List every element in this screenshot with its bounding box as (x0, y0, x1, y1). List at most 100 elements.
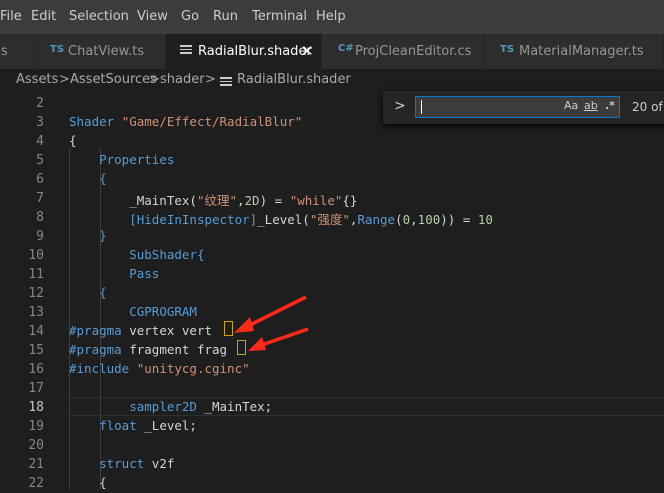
match-case-icon[interactable]: Aa (564, 99, 578, 112)
annotation-arrowhead-2 (248, 337, 266, 351)
code-line[interactable]: 14 #pragma vertex vert (0, 322, 664, 341)
breadcrumb-assetsources[interactable]: AssetSources (70, 72, 157, 87)
editor-tab-bar: s TS ChatView.ts RadialBlur.shader ✕ C# … (0, 34, 664, 69)
code-line[interactable]: 20 (0, 436, 664, 455)
line-number: 12 (28, 286, 44, 301)
code-line[interactable]: 9 } (0, 227, 664, 246)
line-number: 18 (28, 400, 44, 415)
code-text: Properties (69, 152, 174, 167)
code-line[interactable]: 15 #pragma fragment frag (0, 341, 664, 360)
code-line[interactable]: 22 { (0, 474, 664, 493)
code-line[interactable]: 8 [HideInInspector]_Level("强度",Range(0,1… (0, 208, 664, 227)
line-number: 14 (28, 324, 44, 339)
code-line[interactable]: 16 #include "unitycg.cginc" (0, 360, 664, 379)
tab-projcleaneditor[interactable]: C# ProjCleanEditor.cs (322, 34, 485, 69)
code-text: struct v2f (69, 456, 174, 471)
code-line[interactable]: 6 { (0, 170, 664, 189)
menu-terminal[interactable]: Terminal (252, 9, 307, 24)
code-token: 100 (417, 212, 441, 227)
code-line[interactable]: 17 (0, 379, 664, 398)
code-token: { (99, 171, 107, 186)
menu-bar: File Edit Selection View Go Run Terminal… (0, 0, 664, 34)
breadcrumb: Assets > AssetSources > shader > RadialB… (0, 69, 664, 91)
breadcrumb-separator: > (205, 72, 216, 87)
code-editor[interactable]: 2 3 Shader "Game/Effect/RadialBlur" 4{5 Pro… (0, 91, 664, 493)
breadcrumb-assets[interactable]: Assets (16, 72, 58, 87)
code-line[interactable]: 13 CGPROGRAM (0, 303, 664, 322)
whole-word-icon[interactable]: ab (584, 99, 598, 112)
code-text: { (69, 285, 107, 300)
code-line[interactable]: 7 _MainTex("纹理",2D) = "while"{} (0, 189, 664, 208)
breadcrumb-separator: > (149, 72, 160, 87)
code-token: , (410, 212, 418, 227)
line-number: 5 (36, 153, 44, 168)
code-line[interactable]: 4{ (0, 132, 664, 151)
code-token: ) = (259, 193, 290, 208)
close-icon[interactable]: ✕ (301, 42, 314, 60)
code-token: [HideInInspector] (129, 212, 258, 227)
code-token: } (99, 228, 107, 243)
code-token: "unitycg.cginc" (136, 361, 250, 376)
code-text: SubShader{ (69, 247, 204, 262)
code-token: "while" (289, 193, 343, 208)
code-text: [HideInInspector]_Level("强度",Range(0,100… (69, 209, 493, 228)
line-number: 13 (28, 305, 44, 320)
code-token: Properties (99, 152, 175, 167)
line-number: 10 (28, 248, 44, 263)
code-token: sampler2D (129, 399, 197, 414)
menu-edit[interactable]: Edit (31, 9, 56, 24)
breadcrumb-shader[interactable]: shader (160, 72, 205, 87)
code-text: CGPROGRAM (69, 304, 197, 319)
breadcrumb-file[interactable]: RadialBlur.shader (237, 72, 351, 87)
code-line[interactable]: 19 float _Level; (0, 417, 664, 436)
code-line[interactable]: 18 sampler2D _MainTex; (0, 398, 664, 417)
tab-label: RadialBlur.shader (198, 44, 312, 59)
code-text: { (69, 475, 107, 490)
find-widget: > Aa ab .* 20 of 6 (383, 91, 664, 124)
menu-selection[interactable]: Selection (69, 9, 129, 24)
code-line[interactable]: 10 SubShader{ (0, 246, 664, 265)
tab-chatview[interactable]: TS ChatView.ts (38, 34, 166, 69)
code-token: CGPROGRAM (129, 304, 197, 319)
annotation-arrows (234, 295, 309, 351)
code-line[interactable]: 12 { (0, 284, 664, 303)
tab-materialmanager[interactable]: TS MaterialManager.ts (485, 34, 664, 69)
line-number: 3 (36, 115, 44, 130)
line-number: 16 (28, 362, 44, 377)
line-number: 20 (28, 438, 44, 453)
code-token: #include (69, 361, 130, 376)
code-token: _MainTex( (69, 193, 197, 208)
line-number: 19 (28, 419, 44, 434)
menu-file[interactable]: File (0, 9, 22, 24)
line-number: 8 (36, 210, 44, 225)
tab-previous-file[interactable]: s (0, 34, 38, 69)
tab-radialblur-shader[interactable]: RadialBlur.shader ✕ (166, 34, 322, 69)
code-token: 10 (477, 212, 493, 227)
line-number: 4 (36, 134, 44, 149)
tab-label: ChatView.ts (68, 44, 145, 59)
menu-go[interactable]: Go (181, 9, 199, 24)
code-text: Shader "Game/Effect/RadialBlur" (69, 114, 302, 129)
regex-icon[interactable]: .* (605, 99, 615, 112)
toggle-replace-chevron-icon[interactable]: > (394, 98, 406, 114)
line-number: 2 (36, 96, 44, 111)
tab-label: s (1, 44, 8, 59)
code-token: float (99, 418, 137, 433)
line-number: 9 (36, 229, 44, 244)
code-text: { (69, 133, 77, 148)
code-token: Range (357, 212, 396, 227)
code-line[interactable]: 5 Properties (0, 151, 664, 170)
menu-help[interactable]: Help (316, 9, 346, 24)
code-line[interactable]: 11 Pass (0, 265, 664, 284)
code-line[interactable]: 21 struct v2f (0, 455, 664, 474)
menu-view[interactable]: View (137, 9, 168, 24)
code-text: #pragma vertex vert (69, 323, 212, 338)
menu-run[interactable]: Run (213, 9, 238, 24)
